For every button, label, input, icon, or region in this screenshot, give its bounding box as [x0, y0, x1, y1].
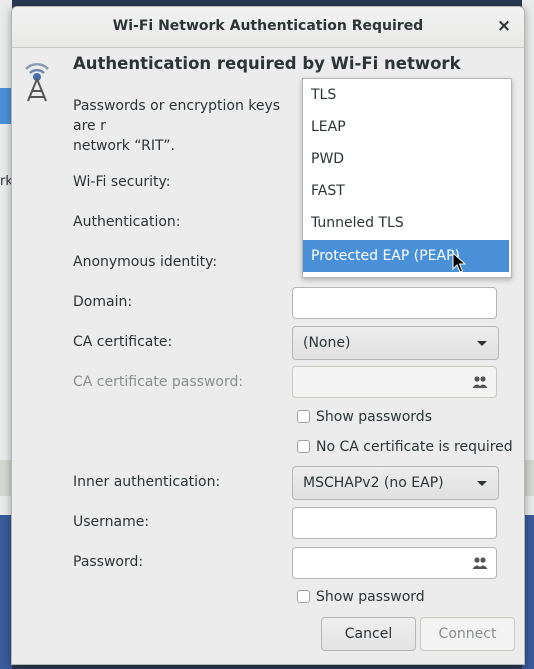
dropdown-option-fast[interactable]: FAST [303, 175, 509, 207]
dialog-description: Passwords or encryption keys are r netwo… [73, 96, 288, 156]
domain-field[interactable] [292, 287, 497, 319]
dropdown-arrow-icon [477, 481, 487, 486]
ca-certificate-value: (None) [303, 335, 351, 351]
inner-auth-label: Inner authentication: [73, 474, 221, 490]
ca-password-field[interactable] [292, 366, 497, 398]
ca-password-label: CA certificate password: [73, 374, 244, 390]
cancel-button[interactable]: Cancel [321, 617, 416, 651]
titlebar[interactable]: Wi-Fi Network Authentication Required × [12, 7, 524, 48]
inner-auth-combo[interactable]: MSCHAPv2 (no EAP) [292, 466, 499, 500]
dropdown-option-peap[interactable]: Protected EAP (PEAP) [303, 240, 509, 272]
mouse-cursor-icon [452, 252, 466, 273]
dropdown-arrow-icon [477, 341, 487, 346]
wifi-tower-icon [25, 62, 49, 102]
wifi-security-label: Wi-Fi security: [73, 174, 171, 190]
close-icon[interactable]: × [494, 16, 514, 36]
dropdown-option-tls[interactable]: TLS [303, 79, 509, 111]
description-line-2: network “RIT”. [73, 138, 175, 154]
dropdown-option-pwd[interactable]: PWD [303, 143, 509, 175]
password-label: Password: [73, 554, 144, 570]
checkbox-box[interactable] [297, 410, 310, 423]
dropdown-option-leap[interactable]: LEAP [303, 111, 509, 143]
authentication-dropdown-list[interactable]: TLS LEAP PWD FAST Tunneled TLS Protected… [302, 78, 512, 278]
authentication-label: Authentication: [73, 214, 181, 230]
dialog-heading: Authentication required by Wi-Fi network [73, 54, 461, 73]
no-ca-label: No CA certificate is required [316, 439, 513, 455]
description-line-1: Passwords or encryption keys are r [73, 98, 281, 134]
show-password-label: Show password [316, 589, 425, 605]
dropdown-option-tunneled-tls[interactable]: Tunneled TLS [303, 207, 509, 239]
username-field[interactable] [292, 507, 497, 539]
people-icon[interactable] [472, 556, 488, 570]
checkbox-box[interactable] [297, 590, 310, 603]
checkbox-box[interactable] [297, 440, 310, 453]
inner-auth-value: MSCHAPv2 (no EAP) [303, 475, 444, 491]
show-password-checkbox[interactable]: Show password [297, 589, 425, 605]
show-passwords-checkbox[interactable]: Show passwords [297, 409, 432, 425]
ca-certificate-combo[interactable]: (None) [292, 326, 499, 360]
show-passwords-label: Show passwords [316, 409, 432, 425]
anonymous-identity-label: Anonymous identity: [73, 254, 218, 270]
domain-label: Domain: [73, 294, 133, 310]
ca-certificate-label: CA certificate: [73, 334, 173, 350]
username-label: Username: [73, 514, 150, 530]
window-title: Wi-Fi Network Authentication Required [112, 18, 424, 34]
connect-button[interactable]: Connect [420, 617, 515, 651]
password-field[interactable] [292, 547, 497, 579]
no-ca-checkbox[interactable]: No CA certificate is required [297, 439, 513, 455]
people-icon[interactable] [472, 375, 488, 389]
